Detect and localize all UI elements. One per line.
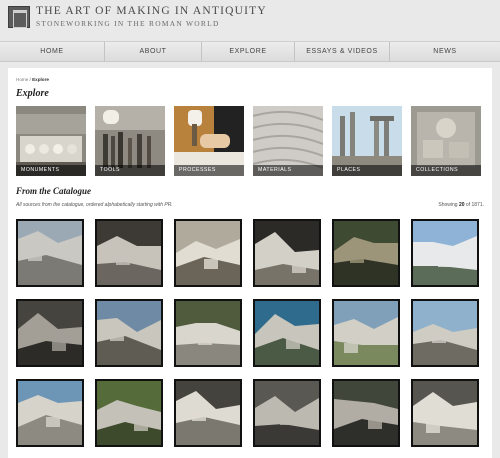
showing-count: Showing 20 of 1871. — [438, 202, 484, 208]
catalogue-thumbnail[interactable] — [253, 299, 321, 367]
category-tile-tools[interactable]: TOOLS — [95, 106, 165, 176]
catalogue-thumbnail[interactable] — [411, 299, 479, 367]
quarry-photo — [255, 301, 319, 365]
catalogue-thumbnail[interactable] — [16, 379, 84, 447]
catalogue-thumbnail[interactable] — [95, 219, 163, 287]
quarry-photo — [176, 221, 240, 285]
category-tile-places[interactable]: PLACES — [332, 106, 402, 176]
category-label: TOOLS — [95, 165, 165, 176]
showing-suffix: . — [482, 202, 484, 208]
quarry-photo — [97, 221, 161, 285]
explore-heading: Explore — [16, 88, 49, 99]
main-content: Home / Explore Explore MONUMENTS TOOLS P… — [8, 68, 492, 458]
quarry-photo — [255, 221, 319, 285]
catalogue-thumbnail[interactable] — [411, 379, 479, 447]
main-nav: HOME ABOUT EXPLORE ESSAYS & VIDEOS NEWS — [0, 41, 500, 62]
quarry-photo — [97, 301, 161, 365]
catalogue-thumbnail[interactable] — [253, 379, 321, 447]
catalogue-thumbnail[interactable] — [16, 219, 84, 287]
catalogue-thumbnail[interactable] — [332, 299, 400, 367]
quarry-photo — [18, 381, 82, 445]
site-logo-icon[interactable] — [8, 6, 30, 28]
site-subtitle: STONEWORKING IN THE ROMAN WORLD — [36, 19, 220, 28]
site-title[interactable]: THE ART OF MAKING IN ANTIQUITY — [36, 5, 267, 17]
category-tile-processes[interactable]: PROCESSES — [174, 106, 244, 176]
catalogue-thumbnail[interactable] — [174, 219, 242, 287]
quarry-photo — [334, 221, 398, 285]
quarry-photo — [176, 301, 240, 365]
catalogue-thumbnail[interactable] — [95, 299, 163, 367]
breadcrumb: Home / Explore — [16, 77, 49, 82]
catalogue-description: All sources from the catalogue, ordered … — [16, 202, 173, 208]
quarry-photo — [18, 301, 82, 365]
breadcrumb-current: Explore — [32, 77, 49, 82]
showing-total: 1871 — [471, 202, 483, 208]
quarry-photo — [18, 221, 82, 285]
category-label: MATERIALS — [253, 165, 323, 176]
catalogue-thumbnail[interactable] — [332, 219, 400, 287]
catalogue-thumbnail[interactable] — [174, 379, 242, 447]
quarry-photo — [413, 381, 477, 445]
nav-item-news[interactable]: NEWS — [390, 42, 500, 61]
catalogue-heading: From the Catalogue — [16, 186, 92, 196]
showing-prefix: Showing — [438, 202, 458, 208]
category-label: COLLECTIONS — [411, 165, 481, 176]
category-label: PLACES — [332, 165, 402, 176]
catalogue-thumbnail[interactable] — [174, 299, 242, 367]
category-label: MONUMENTS — [16, 165, 86, 176]
quarry-photo — [334, 301, 398, 365]
showing-current-count: 20 — [458, 202, 465, 208]
catalogue-thumbnail[interactable] — [411, 219, 479, 287]
category-label: PROCESSES — [174, 165, 244, 176]
quarry-photo — [176, 381, 240, 445]
quarry-photo — [255, 381, 319, 445]
nav-item-home[interactable]: HOME — [0, 42, 105, 61]
breadcrumb-home-link[interactable]: Home — [16, 77, 28, 82]
quarry-photo — [97, 381, 161, 445]
catalogue-thumbnail[interactable] — [332, 379, 400, 447]
category-tile-materials[interactable]: MATERIALS — [253, 106, 323, 176]
quarry-photo — [413, 301, 477, 365]
nav-item-essays-videos[interactable]: ESSAYS & VIDEOS — [295, 42, 390, 61]
nav-item-explore[interactable]: EXPLORE — [202, 42, 295, 61]
quarry-photo — [413, 221, 477, 285]
showing-of: of — [465, 202, 471, 208]
category-tile-monuments[interactable]: MONUMENTS — [16, 106, 86, 176]
catalogue-thumbnail[interactable] — [253, 219, 321, 287]
site-header: THE ART OF MAKING IN ANTIQUITY STONEWORK… — [0, 0, 500, 40]
catalogue-thumbnail[interactable] — [95, 379, 163, 447]
quarry-photo — [334, 381, 398, 445]
category-tile-collections[interactable]: COLLECTIONS — [411, 106, 481, 176]
nav-item-about[interactable]: ABOUT — [105, 42, 202, 61]
catalogue-thumbnail[interactable] — [16, 299, 84, 367]
category-row: MONUMENTS TOOLS PROCESSES MATERIALS PLAC… — [16, 106, 484, 176]
